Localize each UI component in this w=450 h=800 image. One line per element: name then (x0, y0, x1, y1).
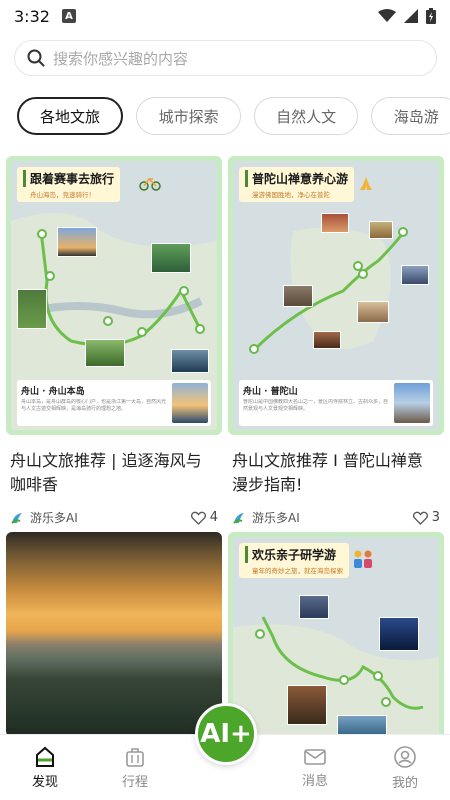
map-subtitle: 舟山海岛，竞速骑行！ (30, 191, 95, 199)
feed-card[interactable]: 普陀山禅意养心游 漫游佛国胜地，净心在普陀 舟山 · 普陀山 普陀山是中国佛教四… (228, 156, 444, 526)
card-author: 游乐多AI (252, 511, 300, 525)
status-icons (378, 8, 436, 24)
notification-icon: A (61, 9, 76, 23)
map-info-text: 舟山本岛，是舟山群岛的核心门户，也是浙江第一大岛，自然风光与人文古迹交相辉映，是… (21, 399, 167, 412)
map-title: 普陀山禅意养心游 (245, 170, 348, 187)
luggage-icon (126, 747, 144, 767)
map-info-thumbnail (172, 383, 208, 423)
like-count: 3 (431, 510, 440, 525)
card-meta: 游乐多AI 4 (6, 509, 222, 526)
map-info-title: 舟山 · 普陀山 (243, 387, 298, 397)
heart-icon (190, 511, 206, 525)
like-count: 4 (209, 510, 218, 525)
praying-hands-icon (360, 177, 372, 190)
nav-label: 消息 (301, 773, 328, 789)
nav-discover[interactable]: 发现 (0, 735, 90, 800)
card-author: 游乐多AI (30, 511, 78, 525)
nav-label: 发现 (31, 774, 58, 790)
map-info-box: 舟山 · 舟山本岛 舟山本岛，是舟山群岛的核心门户，也是浙江第一大岛，自然风光与… (17, 380, 211, 426)
tab-island-tour[interactable]: 海岛游 (371, 97, 450, 135)
author-logo-icon (11, 512, 22, 524)
author-logo-icon (233, 512, 244, 524)
tab-local-culture[interactable]: 各地文旅 (17, 97, 123, 135)
search-placeholder: 搜索你感兴趣的内容 (53, 49, 189, 68)
tab-nature-culture[interactable]: 自然人文 (254, 97, 359, 135)
card-cover-map: 欢乐亲子研学游 童年的奇妙之旅，就在海岛探索 (228, 532, 444, 734)
nav-profile[interactable]: 我的 (360, 735, 450, 800)
search-icon (27, 49, 45, 67)
nav-label: 我的 (391, 775, 418, 791)
status-bar: 3:32 A (0, 0, 450, 32)
map-subtitle: 童年的奇妙之旅，就在海岛探索 (252, 567, 343, 575)
status-time: 3:32 (14, 6, 50, 26)
tab-city-explore[interactable]: 城市探索 (136, 97, 242, 135)
profile-icon (394, 745, 416, 768)
card-meta: 游乐多AI 3 (228, 509, 444, 526)
nav-label: 行程 (121, 774, 148, 790)
feed-card[interactable] (6, 532, 222, 734)
category-tabs: 各地文旅 城市探索 自然人文 海岛游 (17, 97, 450, 137)
like-button[interactable]: 3 (412, 510, 440, 525)
heart-icon (412, 511, 428, 525)
map-info-text: 普陀山是中国佛教四大名山之一，景区内寺院林立、古刹众多，自然景观与人文景观交相辉… (243, 399, 389, 412)
nav-itinerary[interactable]: 行程 (90, 735, 180, 800)
map-info-box: 舟山 · 普陀山 普陀山是中国佛教四大名山之一，景区内寺院林立、古刹众多，自然景… (239, 380, 433, 426)
feed-card[interactable]: 跟着赛事去旅行 舟山海岛，竞速骑行！ 舟山 · 舟山本岛 舟山本岛，是舟山群岛的… (6, 156, 222, 526)
bicycle-icon (139, 177, 161, 191)
map-subtitle: 漫游佛国胜地，净心在普陀 (252, 191, 330, 199)
mail-icon (304, 748, 326, 765)
card-cover-photo (6, 532, 222, 734)
card-title: 舟山文旅推荐 I 普陀山禅意漫步指南! (232, 451, 423, 494)
battery-icon (426, 8, 436, 24)
map-info-title: 舟山 · 舟山本岛 (21, 387, 85, 397)
signal-icon (404, 9, 418, 23)
ai-plus-button[interactable]: AI+ (195, 703, 257, 765)
family-icon (354, 550, 372, 568)
map-title: 欢乐亲子研学游 (245, 546, 343, 563)
nav-messages[interactable]: 消息 (270, 735, 360, 800)
discover-icon (36, 746, 54, 767)
feed-card[interactable]: 欢乐亲子研学游 童年的奇妙之旅，就在海岛探索 (228, 532, 444, 734)
wifi-icon (378, 9, 396, 22)
search-input[interactable]: 搜索你感兴趣的内容 (14, 40, 437, 76)
card-title: 舟山文旅推荐 | 追逐海风与咖啡香 (10, 451, 202, 494)
map-info-thumbnail (394, 383, 430, 423)
card-cover-map: 跟着赛事去旅行 舟山海岛，竞速骑行！ 舟山 · 舟山本岛 舟山本岛，是舟山群岛的… (6, 156, 222, 435)
like-button[interactable]: 4 (190, 510, 218, 525)
map-title: 跟着赛事去旅行 (23, 170, 114, 187)
card-cover-map: 普陀山禅意养心游 漫游佛国胜地，净心在普陀 舟山 · 普陀山 普陀山是中国佛教四… (228, 156, 444, 435)
